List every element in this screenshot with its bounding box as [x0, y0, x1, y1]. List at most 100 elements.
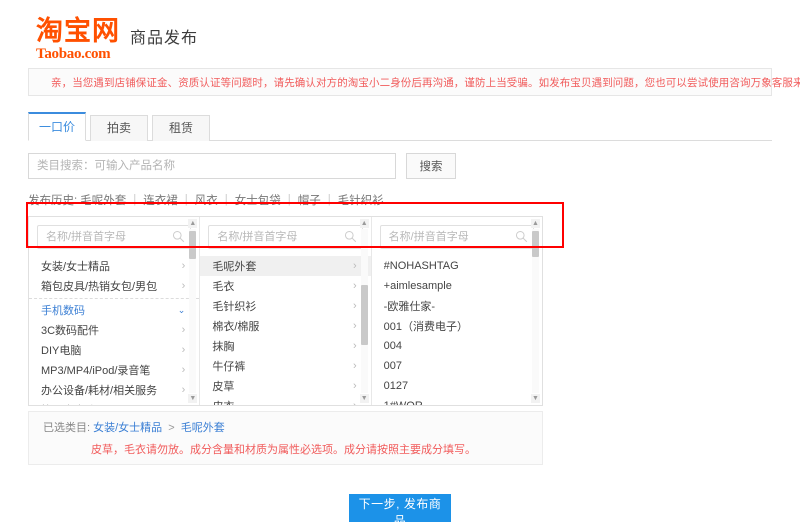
category-column-1: 女装/女士精品 › 箱包皮具/热销女包/男包 › 手机数码 ⌄ 3C数码配件 › DIY…: [29, 217, 201, 405]
list-item[interactable]: #NOHASHTAG: [372, 256, 542, 276]
list-item[interactable]: -欧雅仕家-: [372, 296, 542, 316]
publish-history-label: 发布历史:: [28, 195, 78, 207]
scroll-thumb[interactable]: [360, 285, 368, 345]
column-1-scrollbar[interactable]: ▲ ▼: [188, 219, 198, 403]
chevron-right-icon: ›: [352, 300, 357, 312]
scroll-up-icon[interactable]: ▲: [530, 219, 540, 228]
list-item-label: 笔记本电脑: [41, 402, 96, 405]
history-item-1[interactable]: 连衣裙: [143, 192, 178, 208]
column-2-list[interactable]: 毛呢外套› 毛衣› 毛针织衫› 棉衣/棉服› 抹胸› 牛仔裤› 皮草› 皮衣› …: [200, 256, 371, 405]
chevron-right-icon: ›: [181, 280, 186, 292]
list-item[interactable]: 3C数码配件 ›: [29, 320, 199, 340]
scroll-down-icon[interactable]: ▼: [359, 394, 369, 403]
column-3-filter-input[interactable]: [379, 225, 534, 249]
list-item-label: 0127: [383, 380, 409, 392]
list-item-label: 棉衣/棉服: [212, 321, 260, 333]
logo-chinese-text: 淘宝网: [36, 16, 120, 47]
history-item-5[interactable]: 毛针织衫: [338, 192, 384, 208]
column-3-list[interactable]: #NOHASHTAG +aimlesample -欧雅仕家- 001（消费电子）…: [372, 256, 542, 405]
column-2-filter-input[interactable]: [208, 225, 363, 249]
history-item-2[interactable]: 风衣: [195, 192, 218, 208]
category-picker: 女装/女士精品 › 箱包皮具/热销女包/男包 › 手机数码 ⌄ 3C数码配件 › DIY…: [28, 216, 543, 406]
category-search-row: 搜索: [28, 153, 772, 179]
chevron-right-icon: ›: [181, 260, 186, 272]
column-1-list[interactable]: 女装/女士精品 › 箱包皮具/热销女包/男包 › 手机数码 ⌄ 3C数码配件 › DIY…: [29, 256, 200, 405]
chevron-right-icon: ›: [353, 400, 357, 405]
footer-actions: 下一步, 发布商品: [0, 494, 800, 528]
scroll-down-icon[interactable]: ▼: [188, 394, 198, 403]
scroll-track[interactable]: [189, 229, 197, 393]
list-item[interactable]: DIY电脑 ›: [29, 340, 199, 360]
scroll-thumb[interactable]: [189, 231, 197, 259]
taobao-logo[interactable]: 淘宝网 Taobao.com: [36, 18, 120, 62]
list-item-selected[interactable]: 毛呢外套 ›: [200, 256, 371, 276]
list-item-label: +aimlesample: [383, 280, 452, 292]
category-column-3: #NOHASHTAG +aimlesample -欧雅仕家- 001（消费电子）…: [372, 217, 542, 405]
list-item[interactable]: +aimlesample: [372, 276, 542, 296]
list-item[interactable]: 箱包皮具/热销女包/男包 ›: [29, 276, 199, 296]
next-publish-button[interactable]: 下一步, 发布商品: [349, 494, 451, 528]
selected-category-bar: 已选类目: 女装/女士精品 > 毛呢外套 皮草，毛衣请勿放。成分含量和材质为属性…: [28, 411, 543, 465]
tab-fixed-price[interactable]: 一口价: [28, 112, 86, 141]
history-item-0[interactable]: 毛呢外套: [80, 192, 126, 208]
list-item-label: DIY电脑: [41, 345, 82, 357]
list-item[interactable]: 0127: [372, 376, 542, 396]
list-item[interactable]: 004: [372, 336, 542, 356]
chevron-right-icon: ›: [352, 280, 357, 292]
chevron-right-icon: ›: [352, 380, 357, 392]
list-item[interactable]: 007: [372, 356, 542, 376]
list-item[interactable]: 皮草 ›: [200, 376, 370, 396]
history-divider: |: [184, 194, 188, 206]
list-item-label: 毛呢外套: [212, 261, 257, 273]
page-header: 淘宝网 Taobao.com 商品发布: [0, 0, 800, 62]
list-item-label: 办公设备/耗材/相关服务: [41, 385, 158, 397]
list-item[interactable]: 棉衣/棉服 ›: [200, 316, 370, 336]
list-group-header[interactable]: 手机数码 ⌄: [29, 298, 200, 320]
chevron-right-icon: ›: [181, 364, 186, 376]
search-button[interactable]: 搜索: [406, 153, 456, 179]
publish-history: 发布历史: 毛呢外套 | 连衣裙 | 风衣 | 女士包袋 | 帽子 | 毛针织衫: [28, 192, 772, 208]
list-item-label: 001（消费电子）: [383, 321, 469, 333]
list-item[interactable]: 001（消费电子）: [372, 316, 542, 336]
product-publish-page: 淘宝网 Taobao.com 商品发布 亲，当您遇到店铺保证金、资质认证等问题时…: [0, 0, 800, 528]
column-3-scrollbar[interactable]: ▲ ▼: [530, 219, 540, 403]
list-item[interactable]: 1#WOR: [372, 396, 542, 405]
chevron-down-icon: ⌄: [177, 304, 186, 315]
list-item-label: 毛针织衫: [212, 301, 257, 313]
column-2-scrollbar[interactable]: ▲ ▼: [359, 219, 369, 403]
list-item-label: 箱包皮具/热销女包/男包: [41, 281, 158, 293]
list-item[interactable]: 毛衣 ›: [200, 276, 370, 296]
tab-rental[interactable]: 租赁: [152, 115, 210, 141]
list-item[interactable]: 毛针织衫 ›: [200, 296, 370, 316]
scroll-track[interactable]: [531, 229, 539, 393]
column-1-filter: [29, 217, 199, 256]
history-item-3[interactable]: 女士包袋: [235, 192, 281, 208]
scroll-up-icon[interactable]: ▲: [359, 219, 369, 228]
history-item-4[interactable]: 帽子: [298, 192, 321, 208]
scroll-up-icon[interactable]: ▲: [188, 219, 198, 228]
chevron-right-icon: ›: [352, 340, 357, 352]
list-item-label: 1#WOR: [384, 400, 423, 405]
breadcrumb-root[interactable]: 女装/女士精品: [93, 422, 162, 434]
list-item-label: 毛衣: [212, 281, 235, 293]
scroll-track[interactable]: [360, 229, 368, 393]
chevron-right-icon: ›: [352, 360, 357, 372]
chevron-right-icon: ›: [181, 384, 186, 396]
list-group-label: 手机数码: [41, 305, 85, 317]
column-3-filter: [372, 217, 542, 256]
list-item[interactable]: 抹胸 ›: [200, 336, 370, 356]
list-item[interactable]: MP3/MP4/iPod/录音笔 ›: [29, 360, 199, 380]
scroll-down-icon[interactable]: ▼: [530, 394, 540, 403]
list-item[interactable]: 皮衣 ›: [200, 396, 370, 405]
column-2-filter: [200, 217, 370, 256]
list-item[interactable]: 笔记本电脑 ›: [29, 400, 199, 405]
category-search-input[interactable]: [28, 153, 396, 179]
list-item[interactable]: 办公设备/耗材/相关服务 ›: [29, 380, 199, 400]
scroll-thumb[interactable]: [531, 231, 539, 257]
list-item[interactable]: 牛仔裤 ›: [200, 356, 370, 376]
page-title: 商品发布: [130, 30, 199, 47]
tab-auction[interactable]: 拍卖: [90, 115, 148, 141]
list-item[interactable]: 女装/女士精品 ›: [29, 256, 199, 276]
breadcrumb-leaf[interactable]: 毛呢外套: [181, 422, 225, 434]
column-1-filter-input[interactable]: [37, 225, 192, 249]
